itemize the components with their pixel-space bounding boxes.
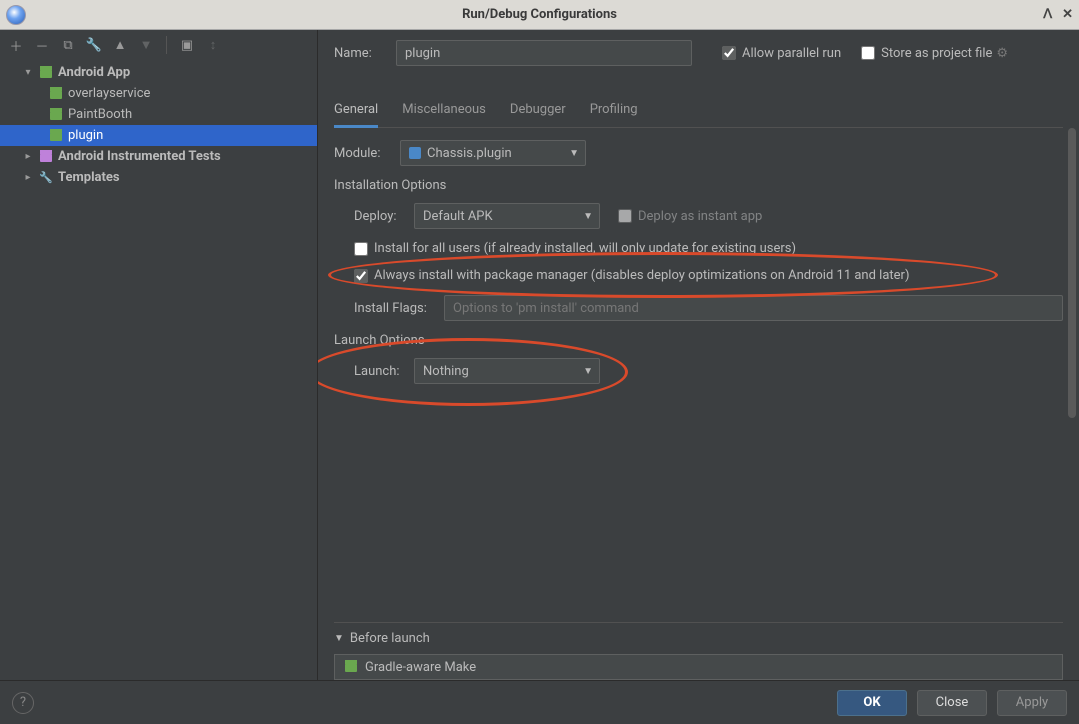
chevron-right-icon: ▸ <box>22 151 34 162</box>
before-launch-item[interactable]: Gradle-aware Make <box>334 654 1063 680</box>
tree-item-overlayservice[interactable]: overlayservice <box>0 83 317 104</box>
launch-select[interactable]: Nothing ▼ <box>414 358 600 384</box>
deploy-instant-checkbox[interactable]: Deploy as instant app <box>618 209 762 224</box>
add-icon[interactable]: ＋ <box>8 37 24 53</box>
checkbox-icon[interactable] <box>618 209 632 223</box>
android-icon <box>48 86 64 102</box>
launch-section: Launch Options <box>334 333 1063 348</box>
tabs: General Miscellaneous Debugger Profiling <box>334 94 1063 128</box>
ok-button[interactable]: OK <box>837 690 907 716</box>
sidebar: ＋ － ⧉ 🔧 ▲ ▼ ▣ ↕ ▾ Android App overlayser… <box>0 30 318 680</box>
general-pane: Module: Chassis.plugin ▼ Installation Op… <box>318 128 1079 622</box>
config-tree: ▾ Android App overlayservice PaintBooth … <box>0 60 317 680</box>
item-label: Gradle-aware Make <box>365 660 476 675</box>
tree-item-templates[interactable]: ▸ Templates <box>0 167 317 188</box>
deploy-select[interactable]: Default APK ▼ <box>414 203 600 229</box>
allow-parallel-checkbox[interactable]: Allow parallel run <box>722 46 841 61</box>
tree-item-instrumented[interactable]: ▸ Android Instrumented Tests <box>0 146 317 167</box>
install-flags-input[interactable] <box>444 295 1063 321</box>
chevron-down-icon: ▼ <box>569 148 579 159</box>
tree-item-plugin[interactable]: plugin <box>0 125 317 146</box>
install-all-users-checkbox[interactable]: Install for all users (if already instal… <box>354 241 796 256</box>
wrench-icon <box>38 170 54 186</box>
sort-icon[interactable]: ↕ <box>205 37 221 53</box>
installation-section: Installation Options <box>334 178 1063 193</box>
android-icon <box>38 149 54 165</box>
wrench-icon[interactable]: 🔧 <box>86 37 102 53</box>
chevron-down-icon: ▾ <box>22 67 34 78</box>
deploy-label: Deploy: <box>354 209 414 224</box>
checkbox-icon[interactable] <box>722 46 736 60</box>
down-icon[interactable]: ▼ <box>138 37 154 53</box>
name-label: Name: <box>334 46 396 61</box>
gear-icon[interactable]: ⚙ <box>996 46 1008 61</box>
android-icon <box>343 659 359 675</box>
tree-toolbar: ＋ － ⧉ 🔧 ▲ ▼ ▣ ↕ <box>0 30 317 60</box>
folder-icon[interactable]: ▣ <box>179 37 195 53</box>
select-value: Nothing <box>423 364 469 379</box>
scrollbar-thumb[interactable] <box>1068 128 1076 418</box>
tree-item-paintbooth[interactable]: PaintBooth <box>0 104 317 125</box>
tree-label: Android App <box>58 65 130 80</box>
main-panel: Name: Allow parallel run Store as projec… <box>318 30 1079 680</box>
titlebar: Run/Debug Configurations ᐱ ✕ <box>0 0 1079 30</box>
bottom-bar: ? OK Close Apply <box>0 680 1079 724</box>
store-as-project-checkbox[interactable]: Store as project file <box>861 46 992 61</box>
tree-item-android-app[interactable]: ▾ Android App <box>0 62 317 83</box>
tree-label: overlayservice <box>68 86 150 101</box>
module-select[interactable]: Chassis.plugin ▼ <box>400 140 586 166</box>
apply-button[interactable]: Apply <box>997 690 1067 716</box>
chevron-down-icon: ▼ <box>583 211 593 222</box>
android-icon <box>38 65 54 81</box>
launch-label: Launch: <box>354 364 414 379</box>
help-button[interactable]: ? <box>12 692 34 714</box>
tab-general[interactable]: General <box>334 94 378 128</box>
tree-label: PaintBooth <box>68 107 132 122</box>
checkbox-label: Store as project file <box>881 46 992 61</box>
chevron-down-icon: ▼ <box>583 366 593 377</box>
always-pm-checkbox[interactable]: Always install with package manager (dis… <box>354 268 909 283</box>
copy-icon[interactable]: ⧉ <box>60 37 76 53</box>
tab-profiling[interactable]: Profiling <box>590 94 638 127</box>
tab-debugger[interactable]: Debugger <box>510 94 566 127</box>
checkbox-icon[interactable] <box>861 46 875 60</box>
android-icon <box>48 107 64 123</box>
checkbox-label: Install for all users (if already instal… <box>374 241 796 256</box>
select-value: Chassis.plugin <box>427 146 512 161</box>
checkbox-icon[interactable] <box>354 269 368 283</box>
chevron-right-icon: ▸ <box>22 172 34 183</box>
before-launch-section: ▼ Before launch Gradle-aware Make <box>334 622 1063 680</box>
name-input[interactable] <box>396 40 692 66</box>
checkbox-icon[interactable] <box>354 242 368 256</box>
select-value: Default APK <box>423 209 493 224</box>
checkbox-label: Allow parallel run <box>742 46 841 61</box>
tree-label: Android Instrumented Tests <box>58 149 221 164</box>
module-label: Module: <box>334 146 400 161</box>
checkbox-label: Always install with package manager (dis… <box>374 268 909 283</box>
tab-misc[interactable]: Miscellaneous <box>402 94 486 127</box>
section-header: Before launch <box>350 631 430 646</box>
window-title: Run/Debug Configurations <box>0 7 1079 22</box>
remove-icon[interactable]: － <box>34 37 50 53</box>
checkbox-label: Deploy as instant app <box>638 209 762 224</box>
android-icon <box>48 128 64 144</box>
chevron-down-icon[interactable]: ▼ <box>334 633 344 644</box>
module-icon <box>409 147 421 159</box>
up-icon[interactable]: ▲ <box>112 37 128 53</box>
tree-label: Templates <box>58 170 120 185</box>
close-button[interactable]: Close <box>917 690 987 716</box>
install-flags-label: Install Flags: <box>354 301 444 316</box>
tree-label: plugin <box>68 128 103 143</box>
